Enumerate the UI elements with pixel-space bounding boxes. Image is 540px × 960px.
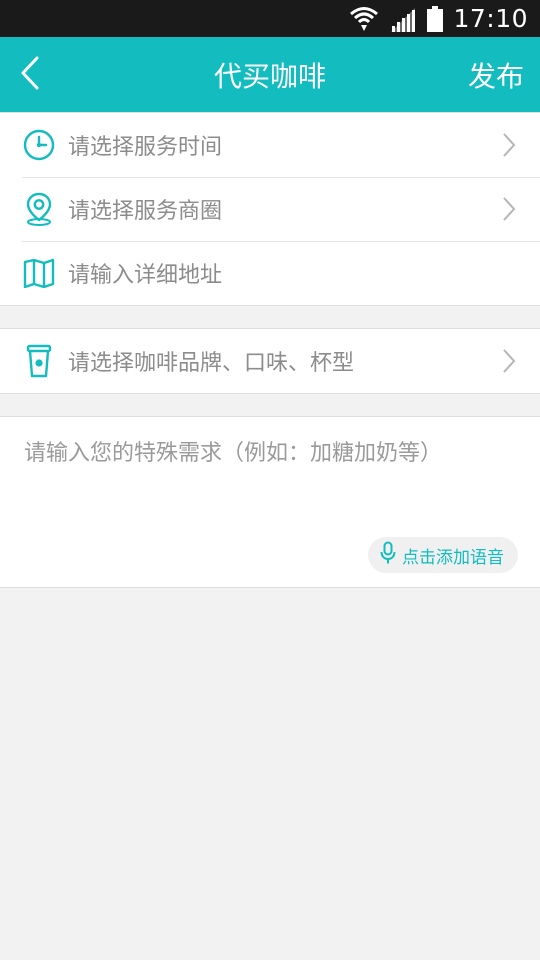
coffee-cup-icon — [22, 344, 56, 378]
coffee-selection-label: 请选择咖啡品牌、口味、杯型 — [68, 351, 355, 376]
chevron-right-icon — [502, 194, 522, 224]
service-area-label: 请选择服务商圈 — [68, 199, 223, 224]
address-input[interactable]: 请输入详细地址 — [68, 257, 522, 289]
service-time-row[interactable]: 请选择服务时间 — [0, 113, 540, 177]
status-bar: 17:10 — [0, 0, 540, 37]
back-button[interactable] — [0, 37, 60, 112]
coffee-selection-row[interactable]: 请选择咖啡品牌、口味、杯型 — [0, 329, 540, 393]
add-voice-label: 点击添加语音 — [402, 547, 504, 568]
service-time-label: 请选择服务时间 — [68, 135, 223, 160]
publish-button[interactable]: 发布 — [468, 55, 540, 95]
location-pin-icon — [22, 192, 56, 226]
status-time: 17:10 — [453, 4, 528, 33]
microphone-icon — [380, 541, 396, 569]
app-header: 代买咖啡 发布 — [0, 37, 540, 112]
map-icon — [22, 256, 56, 290]
coffee-group: 请选择咖啡品牌、口味、杯型 — [0, 328, 540, 394]
special-request-input[interactable]: 请输入您的特殊需求（例如：加糖加奶等） — [24, 435, 442, 467]
wifi-icon — [349, 5, 379, 33]
battery-icon — [427, 5, 444, 32]
page-title: 代买咖啡 — [213, 59, 326, 93]
signal-icon — [389, 6, 417, 32]
clock-icon — [22, 128, 56, 162]
chevron-right-icon — [502, 346, 522, 376]
special-request-area[interactable]: 请输入您的特殊需求（例如：加糖加奶等） 点击添加语音 — [0, 416, 540, 588]
address-row[interactable]: 请输入详细地址 — [0, 241, 540, 305]
service-area-row[interactable]: 请选择服务商圈 — [0, 177, 540, 241]
back-arrow-icon — [20, 56, 40, 94]
add-voice-button[interactable]: 点击添加语音 — [368, 537, 518, 573]
chevron-right-icon — [502, 130, 522, 160]
service-info-group: 请选择服务时间 请选择服务商圈 请输入详细地址 — [0, 112, 540, 306]
